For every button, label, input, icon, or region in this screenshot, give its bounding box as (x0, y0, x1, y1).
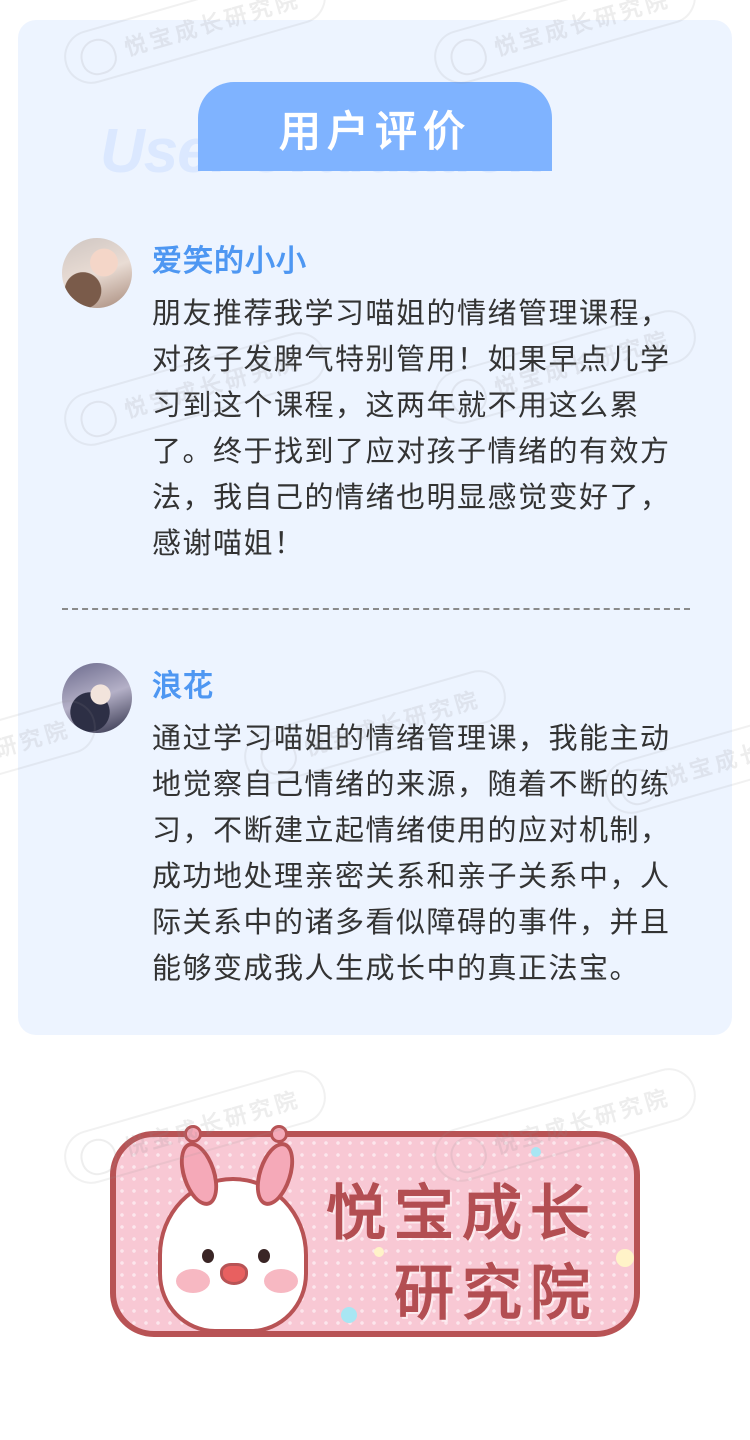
decor-dot (341, 1307, 357, 1323)
reviewer-name: 浪花 (152, 669, 214, 704)
section-title-tab: 用户评价 (198, 82, 552, 171)
decor-dot (616, 1249, 634, 1267)
reviewer-name: 爱笑的小小 (152, 244, 307, 279)
mascot-ear (248, 1137, 302, 1211)
mascot-eye (202, 1249, 214, 1263)
avatar (62, 663, 132, 733)
mascot-ear (172, 1137, 226, 1211)
section-title: 用户评价 (278, 107, 471, 156)
mascot-mouth (220, 1263, 248, 1285)
brand-logo: 悦宝成长 研究院 (110, 1125, 640, 1337)
mascot-ear-ball (270, 1125, 288, 1143)
logo-text-line1: 悦宝成长 (326, 1179, 598, 1249)
review-text: 朋友推荐我学习喵姐的情绪管理课程，对孩子发脾气特别管用！如果早点儿学习到这个课程… (152, 296, 671, 560)
mascot-ear-ball (184, 1125, 202, 1143)
mascot-icon (158, 1125, 308, 1333)
avatar (62, 238, 132, 308)
review-divider (62, 608, 690, 610)
decor-dot (531, 1147, 541, 1157)
mascot-blush (264, 1269, 298, 1293)
review-text: 通过学习喵姐的情绪管理课，我能主动地觉察自己情绪的来源，随着不断的练习，不断建立… (152, 721, 671, 985)
mascot-blush (176, 1269, 210, 1293)
logo-text-line2: 研究院 (394, 1259, 598, 1329)
mascot-eye (258, 1249, 270, 1263)
